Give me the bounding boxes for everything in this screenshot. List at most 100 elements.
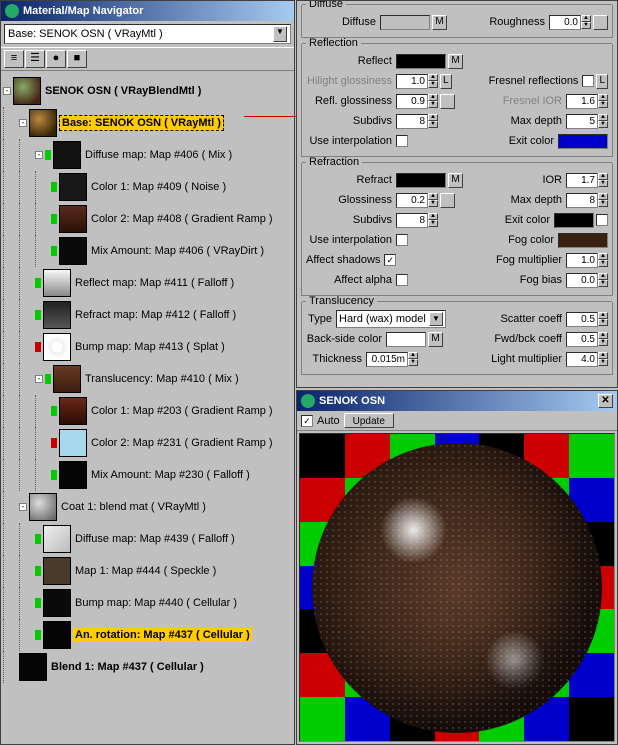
refl-gloss-map-button[interactable] bbox=[440, 94, 455, 109]
refr-subdivs-spinner[interactable]: ▲▼ bbox=[396, 213, 438, 228]
view-icons-button[interactable]: ☰ bbox=[25, 50, 45, 68]
material-swatch[interactable] bbox=[43, 621, 71, 649]
affect-shadows-checkbox[interactable]: ✓ bbox=[384, 254, 396, 266]
tree-node[interactable]: Bump map: Map #440 ( Cellular ) bbox=[3, 587, 292, 619]
diffuse-color[interactable] bbox=[380, 15, 430, 30]
enabled-flag[interactable] bbox=[51, 406, 57, 416]
material-swatch[interactable] bbox=[13, 77, 41, 105]
material-swatch[interactable] bbox=[29, 493, 57, 521]
enabled-flag[interactable] bbox=[51, 246, 57, 256]
roughness-map-button[interactable] bbox=[593, 15, 608, 30]
refr-exit-checkbox[interactable] bbox=[596, 214, 608, 226]
back-color-map-button[interactable]: M bbox=[428, 332, 443, 347]
tree-node[interactable]: Color 2: Map #408 ( Gradient Ramp ) bbox=[3, 203, 292, 235]
view-list-button[interactable]: ≡ bbox=[4, 50, 24, 68]
affect-alpha-checkbox[interactable] bbox=[396, 274, 408, 286]
tree-node[interactable]: Blend 1: Map #437 ( Cellular ) bbox=[3, 651, 292, 683]
material-swatch[interactable] bbox=[59, 205, 87, 233]
material-swatch[interactable] bbox=[59, 237, 87, 265]
enabled-flag[interactable] bbox=[51, 438, 57, 448]
fresnel-lock-button[interactable]: L bbox=[596, 74, 608, 89]
refr-gloss-spinner[interactable]: ▲▼ bbox=[396, 193, 438, 208]
tree-node[interactable]: Color 1: Map #409 ( Noise ) bbox=[3, 171, 292, 203]
tree-node[interactable]: Map 1: Map #444 ( Speckle ) bbox=[3, 555, 292, 587]
fresnel-refl-checkbox[interactable] bbox=[582, 75, 594, 87]
refl-gloss-spinner[interactable]: ▲▼ bbox=[396, 94, 438, 109]
tree-node[interactable]: -SENOK OSN ( VRayBlendMtl ) bbox=[3, 75, 292, 107]
refl-maxdepth-spinner[interactable]: ▲▼ bbox=[566, 114, 608, 129]
material-swatch[interactable] bbox=[43, 557, 71, 585]
roughness-spinner[interactable]: ▲▼ bbox=[549, 15, 591, 30]
tree-node[interactable]: Bump map: Map #413 ( Splat ) bbox=[3, 331, 292, 363]
tree-node[interactable]: Color 2: Map #231 ( Gradient Ramp ) bbox=[3, 427, 292, 459]
refl-exit-color[interactable] bbox=[558, 134, 608, 149]
tree-node[interactable]: Mix Amount: Map #230 ( Falloff ) bbox=[3, 459, 292, 491]
auto-checkbox[interactable]: ✓ bbox=[301, 415, 313, 427]
view-cube-button[interactable]: ■ bbox=[67, 50, 87, 68]
refl-subdivs-spinner[interactable]: ▲▼ bbox=[396, 114, 438, 129]
refr-exit-color[interactable] bbox=[554, 213, 594, 228]
material-swatch[interactable] bbox=[29, 109, 57, 137]
tree-node[interactable]: Color 1: Map #203 ( Gradient Ramp ) bbox=[3, 395, 292, 427]
fog-mult-spinner[interactable]: ▲▼ bbox=[566, 253, 608, 268]
tree-node[interactable]: -Coat 1: blend mat ( VRayMtl ) bbox=[3, 491, 292, 523]
enabled-flag[interactable] bbox=[35, 566, 41, 576]
enabled-flag[interactable] bbox=[35, 598, 41, 608]
material-swatch[interactable] bbox=[43, 333, 71, 361]
tree-node[interactable]: Mix Amount: Map #406 ( VRayDirt ) bbox=[3, 235, 292, 267]
enabled-flag[interactable] bbox=[35, 630, 41, 640]
trans-type-combo[interactable]: Hard (wax) model▼ bbox=[336, 310, 446, 328]
enabled-flag[interactable] bbox=[51, 214, 57, 224]
scatter-spinner[interactable]: ▲▼ bbox=[566, 312, 608, 327]
refl-interp-checkbox[interactable] bbox=[396, 135, 408, 147]
enabled-flag[interactable] bbox=[45, 150, 51, 160]
back-color[interactable] bbox=[386, 332, 426, 347]
refr-interp-checkbox[interactable] bbox=[396, 234, 408, 246]
tree-node[interactable]: An. rotation: Map #437 ( Cellular ) bbox=[3, 619, 292, 651]
material-swatch[interactable] bbox=[53, 141, 81, 169]
material-tree[interactable]: -SENOK OSN ( VRayBlendMtl )-Base: SENOK … bbox=[1, 71, 294, 744]
dropdown-icon[interactable]: ▼ bbox=[273, 26, 287, 42]
light-mult-spinner[interactable]: ▲▼ bbox=[566, 352, 608, 367]
material-swatch[interactable] bbox=[59, 429, 87, 457]
tree-toggle[interactable]: - bbox=[35, 375, 43, 383]
fog-bias-spinner[interactable]: ▲▼ bbox=[566, 273, 608, 288]
navigator-combo[interactable]: Base: SENOK OSN ( VRayMtl ) ▼ bbox=[4, 24, 291, 44]
tree-node[interactable]: -Translucency: Map #410 ( Mix ) bbox=[3, 363, 292, 395]
refract-color[interactable] bbox=[396, 173, 446, 188]
tree-toggle[interactable]: - bbox=[35, 151, 43, 159]
tree-node[interactable]: -Diffuse map: Map #406 ( Mix ) bbox=[3, 139, 292, 171]
material-swatch[interactable] bbox=[43, 301, 71, 329]
thickness-spinner[interactable]: ▲▼ bbox=[366, 352, 418, 367]
enabled-flag[interactable] bbox=[45, 374, 51, 384]
refr-maxdepth-spinner[interactable]: ▲▼ bbox=[566, 193, 608, 208]
tree-node[interactable]: Refract map: Map #412 ( Falloff ) bbox=[3, 299, 292, 331]
reflect-color[interactable] bbox=[396, 54, 446, 69]
enabled-flag[interactable] bbox=[35, 310, 41, 320]
fresnel-ior-spinner[interactable]: ▲▼ bbox=[566, 94, 608, 109]
enabled-flag[interactable] bbox=[35, 278, 41, 288]
tree-toggle[interactable]: - bbox=[3, 87, 11, 95]
material-swatch[interactable] bbox=[59, 461, 87, 489]
material-swatch[interactable] bbox=[19, 653, 47, 681]
tree-node[interactable]: Diffuse map: Map #439 ( Falloff ) bbox=[3, 523, 292, 555]
close-button[interactable]: ✕ bbox=[598, 394, 613, 408]
dropdown-icon[interactable]: ▼ bbox=[429, 312, 443, 326]
enabled-flag[interactable] bbox=[51, 182, 57, 192]
tree-node[interactable]: Reflect map: Map #411 ( Falloff ) bbox=[3, 267, 292, 299]
tree-node[interactable]: -Base: SENOK OSN ( VRayMtl ) bbox=[3, 107, 292, 139]
fwd-spinner[interactable]: ▲▼ bbox=[566, 332, 608, 347]
material-swatch[interactable] bbox=[59, 397, 87, 425]
enabled-flag[interactable] bbox=[51, 470, 57, 480]
fog-color[interactable] bbox=[558, 233, 608, 248]
hilight-spinner[interactable]: ▲▼ bbox=[396, 74, 438, 89]
material-swatch[interactable] bbox=[43, 589, 71, 617]
ior-spinner[interactable]: ▲▼ bbox=[566, 173, 608, 188]
material-swatch[interactable] bbox=[43, 269, 71, 297]
tree-toggle[interactable]: - bbox=[19, 119, 27, 127]
diffuse-map-button[interactable]: M bbox=[432, 15, 447, 30]
preview-viewport[interactable] bbox=[299, 433, 615, 742]
reflect-map-button[interactable]: M bbox=[448, 54, 463, 69]
hilight-lock-button[interactable]: L bbox=[440, 74, 452, 89]
view-sphere-button[interactable]: ● bbox=[46, 50, 66, 68]
